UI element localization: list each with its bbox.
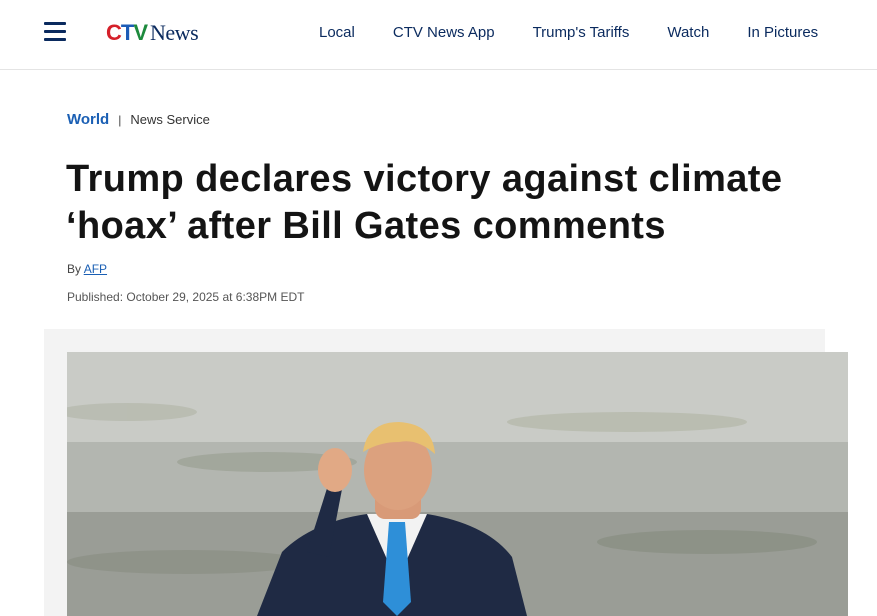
nav-item-watch[interactable]: Watch <box>667 24 709 41</box>
byline: By AFP <box>67 262 107 276</box>
hero-photo-illustration <box>67 352 848 616</box>
site-header: CTV News Local CTV News App Trump's Tari… <box>0 0 877 70</box>
breadcrumb: World | News Service <box>67 111 210 128</box>
byline-prefix: By <box>67 262 82 276</box>
ctv-news-logo[interactable]: CTV News <box>106 20 199 46</box>
ctv-logo-mark: CTV <box>106 20 148 46</box>
article-title: Trump declares victory against climate ‘… <box>66 158 783 247</box>
author-link[interactable]: AFP <box>84 262 107 276</box>
hamburger-menu-icon[interactable] <box>44 22 68 42</box>
breadcrumb-source: News Service <box>130 112 210 127</box>
nav-item-ctv-news-app[interactable]: CTV News App <box>393 24 495 41</box>
logo-letter-v: V <box>133 20 148 45</box>
published-date: Published: October 29, 2025 at 6:38PM ED… <box>67 290 305 304</box>
breadcrumb-separator: | <box>118 112 122 127</box>
article-hero-image[interactable] <box>67 352 848 616</box>
nav-item-trumps-tariffs[interactable]: Trump's Tariffs <box>533 24 630 41</box>
nav-item-local[interactable]: Local <box>319 24 355 41</box>
nav-item-in-pictures[interactable]: In Pictures <box>747 24 818 41</box>
logo-letter-c: C <box>106 20 122 45</box>
logo-letter-t: T <box>120 20 134 45</box>
breadcrumb-section-link[interactable]: World <box>67 111 109 128</box>
main-nav: Local CTV News App Trump's Tariffs Watch… <box>300 0 837 64</box>
logo-news-wordmark: News <box>150 20 199 45</box>
